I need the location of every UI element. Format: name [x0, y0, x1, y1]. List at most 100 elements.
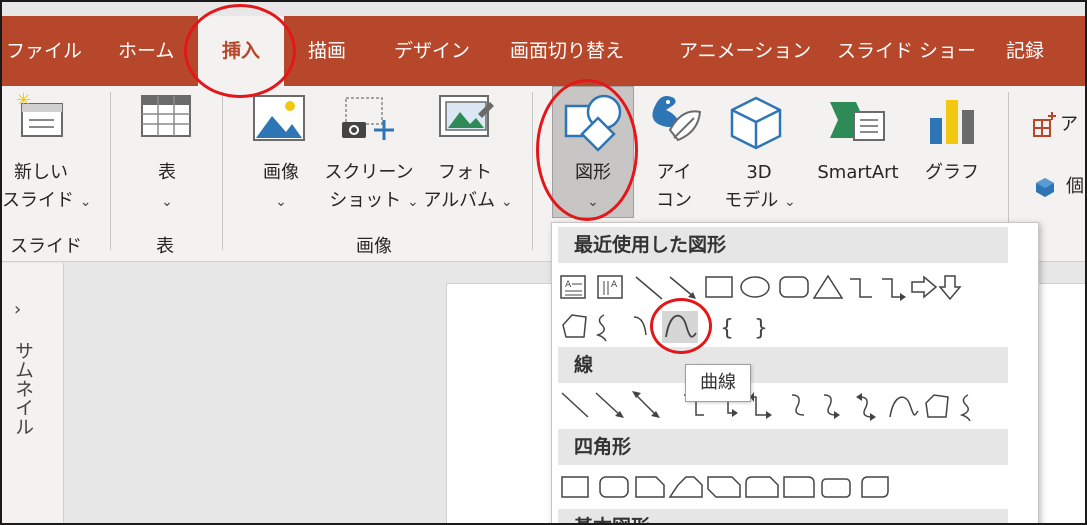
left-brace-icon: {: [720, 316, 734, 341]
tab-slideshow[interactable]: スライド ショー: [837, 16, 976, 86]
arrow-line-icon: [595, 392, 624, 418]
image-icon[interactable]: [252, 92, 308, 144]
add-ins-label[interactable]: ア: [1060, 110, 1078, 140]
tab-file[interactable]: ファイル: [6, 16, 82, 86]
annotation-circle-shapes-button: [536, 79, 638, 221]
new-slide-label-1[interactable]: 新しい: [14, 158, 68, 188]
chevron-down-icon: ⌄: [784, 194, 796, 210]
add-ins-icon[interactable]: [1032, 112, 1058, 138]
arc-icon: [633, 316, 647, 336]
elbow-connector-icon: [850, 278, 872, 298]
curved-double-arrow-icon: [856, 393, 876, 421]
scribble-icon: [959, 394, 971, 421]
scribble-icon: [595, 314, 607, 342]
curved-arrow-connector-icon: [823, 394, 840, 419]
screenshot-label-text: ショット: [329, 190, 402, 211]
shapes-gallery: 最近使用した図形 A A {} 線 四角形: [551, 222, 1039, 523]
icons-label-2[interactable]: コン: [654, 186, 694, 216]
freeform-shape-icon: [925, 394, 949, 418]
photo-album-icon[interactable]: [438, 94, 496, 142]
expand-chevron-icon[interactable]: ›: [14, 299, 21, 320]
rectangle-icon: [561, 476, 589, 498]
round-corner-rectangle-icon: [783, 476, 815, 498]
screenshot-label-2[interactable]: ショット ⌄: [320, 186, 428, 217]
elbow-arrow-connector-icon: [882, 278, 906, 301]
new-slide-label-2[interactable]: スライド ⌄: [2, 186, 92, 217]
image-label[interactable]: 画像: [254, 158, 308, 188]
down-arrow-icon: [938, 275, 962, 301]
section-lines: 線: [558, 347, 1008, 383]
icons-label-1[interactable]: アイ: [654, 158, 694, 188]
group-label-table: 表: [156, 236, 174, 257]
recent-shapes-row-1: A A: [560, 273, 1000, 303]
screenshot-label-1[interactable]: スクリーン: [320, 158, 418, 188]
chevron-down-icon: ⌄: [275, 194, 287, 210]
chevron-down-icon: ⌄: [161, 194, 173, 210]
ribbon-tab-bar: ファイル ホーム 挿入 描画 デザイン 画面切り替え アニメーション スライド …: [2, 16, 1085, 86]
right-arrow-icon: [911, 275, 938, 299]
chart-icon[interactable]: [926, 96, 978, 148]
icons-icon[interactable]: [644, 90, 704, 154]
thumbnail-pane-label[interactable]: サムネイル: [10, 341, 37, 436]
3d-models-label-text: モデル: [724, 190, 779, 211]
annotation-circle-curve-shape: [650, 298, 712, 354]
3d-models-label-1[interactable]: 3D: [734, 158, 784, 188]
group-divider: [222, 92, 223, 250]
section-basic-shapes: 基本図形: [558, 509, 1008, 523]
group-divider: [110, 92, 111, 250]
3d-models-label-2[interactable]: モデル ⌄: [712, 186, 808, 217]
section-rectangles: 四角形: [558, 429, 1008, 465]
tab-animations[interactable]: アニメーション: [679, 16, 811, 86]
line-icon: [635, 276, 663, 300]
text-box-icon: A: [560, 275, 586, 299]
tab-record[interactable]: 記録: [1006, 16, 1044, 86]
round-diagonal-rectangle-icon: [861, 476, 889, 498]
tab-draw[interactable]: 描画: [308, 16, 346, 86]
personal-label[interactable]: 個: [1066, 172, 1084, 202]
snip-corner-rectangle-icon: [635, 476, 665, 498]
section-recent-shapes: 最近使用した図形: [558, 227, 1008, 263]
oval-icon: [740, 276, 770, 298]
smartart-icon[interactable]: [828, 98, 888, 144]
rounded-rectangle-icon: [779, 276, 809, 298]
elbow-double-arrow-icon: [750, 392, 772, 419]
table-dropdown[interactable]: ⌄: [142, 186, 192, 217]
screenshot-icon[interactable]: [340, 94, 400, 144]
smartart-label[interactable]: SmartArt: [802, 158, 914, 188]
arrow-line-icon: [669, 276, 696, 299]
photo-album-label-1[interactable]: フォト: [434, 158, 496, 188]
freeform-shape-icon: [562, 314, 587, 338]
rectangle-icon: [705, 276, 733, 298]
curve-icon: [889, 396, 919, 418]
table-label[interactable]: 表: [142, 158, 192, 188]
table-icon[interactable]: [140, 94, 192, 140]
triangle-icon: [812, 274, 844, 299]
group-label-slides: スライド: [10, 236, 82, 257]
tab-transitions[interactable]: 画面切り替え: [510, 16, 624, 86]
rectangles-row: [560, 475, 900, 501]
curve-tooltip: 曲線: [685, 364, 751, 402]
line-icon: [561, 392, 589, 418]
lines-row: [560, 389, 1010, 421]
chart-label[interactable]: グラフ: [920, 158, 984, 188]
new-slide-label-text: スライド: [2, 190, 74, 211]
tab-design[interactable]: デザイン: [394, 16, 470, 86]
group-label-images: 画像: [356, 236, 392, 257]
powerpoint-window: ファイル ホーム 挿入 描画 デザイン 画面切り替え アニメーション スライド …: [0, 0, 1087, 525]
right-brace-icon: }: [754, 316, 768, 341]
cube-icon[interactable]: [1034, 176, 1056, 198]
3d-models-icon[interactable]: [728, 94, 784, 150]
vertical-text-box-icon: A: [597, 275, 623, 299]
curved-connector-icon: [791, 394, 805, 416]
svg-text:A: A: [565, 280, 572, 290]
new-slide-icon[interactable]: ✳: [14, 92, 66, 140]
image-dropdown[interactable]: ⌄: [254, 186, 308, 217]
tab-home[interactable]: ホーム: [118, 16, 174, 86]
thumbnail-pane: › サムネイル: [2, 263, 64, 523]
chevron-down-icon: ⌄: [500, 194, 513, 210]
chevron-down-icon: ⌄: [79, 194, 92, 210]
photo-album-label-2[interactable]: アルバム ⌄: [416, 186, 520, 217]
photo-album-label-text: アルバム: [423, 190, 496, 211]
double-arrow-line-icon: [632, 391, 660, 418]
round-same-side-rectangle-icon: [821, 478, 851, 498]
